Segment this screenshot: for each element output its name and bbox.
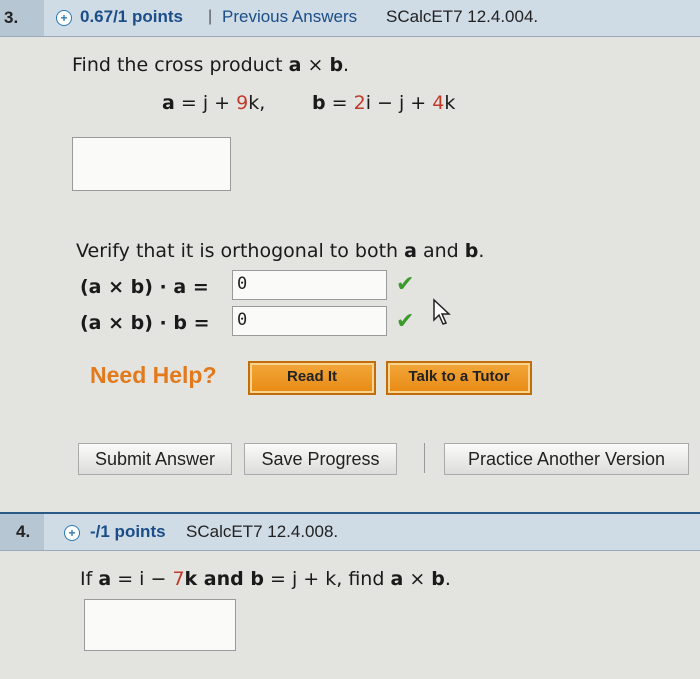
coefficient: 2	[353, 92, 366, 114]
prompt-text: Verify that it is orthogonal to both	[76, 240, 405, 262]
question-prompt: Find the cross product a × b.	[72, 54, 349, 76]
vector-a: a	[404, 240, 417, 262]
prompt-text: If	[80, 568, 99, 590]
prompt-text: = i −	[111, 568, 173, 590]
dot-product-b-label: (a × b) · b =	[80, 312, 210, 334]
dot-product-a-label: (a × b) · a =	[80, 276, 209, 298]
question-3-header: 3. + 0.67/1 points | Previous Answers SC…	[0, 0, 700, 37]
question-4-header: 4. + -/1 points SCalcET7 12.4.008.	[0, 512, 700, 551]
coefficient: 4	[432, 92, 445, 114]
button-divider	[424, 443, 425, 473]
prompt-text: k and	[184, 568, 251, 590]
vector-b: b	[431, 568, 445, 590]
talk-to-tutor-button[interactable]: Talk to a Tutor	[386, 361, 532, 395]
points-label: 0.67/1 points	[80, 7, 183, 26]
times-sign: ×	[403, 568, 432, 590]
period: .	[343, 54, 350, 76]
eq-text: = j +	[174, 92, 237, 114]
correct-check-icon: ✔	[396, 309, 415, 334]
vector-a: a	[390, 568, 404, 590]
eq-text: k	[444, 92, 456, 114]
previous-answers-link[interactable]: Previous Answers	[222, 7, 357, 27]
prompt-text: = j + k, find	[263, 568, 391, 590]
verify-prompt: Verify that it is orthogonal to both a a…	[76, 240, 484, 262]
dot-product-a-input[interactable]: 0	[232, 270, 387, 300]
period: .	[478, 240, 485, 262]
prompt-text: Find the cross product	[72, 54, 289, 76]
vector-b: b	[329, 54, 344, 76]
dot-product-b-input[interactable]: 0	[232, 306, 387, 336]
vector-b: b	[464, 240, 479, 262]
equation-a: a = j + 9k,	[162, 92, 265, 114]
question-number: 3.	[0, 0, 44, 36]
eq-text: =	[325, 92, 354, 114]
period: .	[444, 568, 451, 590]
coefficient: 9	[236, 92, 249, 114]
problem-code: SCalcET7 12.4.004.	[386, 7, 539, 26]
vector-a: a	[288, 54, 302, 76]
read-it-button[interactable]: Read It	[248, 361, 376, 395]
submit-answer-button[interactable]: Submit Answer	[78, 443, 232, 475]
equation-b: b = 2i − j + 4k	[312, 92, 455, 114]
prompt-text: and	[416, 240, 465, 262]
vector-a: a	[98, 568, 112, 590]
vector-a: a	[162, 92, 175, 114]
header-separator: |	[208, 8, 213, 25]
question-prompt: If a = i − 7k and b = j + k, find a × b.	[80, 568, 451, 590]
times-sign: ×	[301, 54, 330, 76]
practice-another-version-button[interactable]: Practice Another Version	[444, 443, 689, 475]
save-progress-button[interactable]: Save Progress	[244, 443, 397, 475]
expand-icon[interactable]: +	[64, 525, 80, 541]
expand-icon[interactable]: +	[56, 10, 72, 26]
cross-product-answer-box[interactable]	[72, 137, 231, 191]
problem-code: SCalcET7 12.4.008.	[186, 522, 339, 541]
eq-text: i − j +	[365, 92, 433, 114]
cross-product-answer-box[interactable]	[84, 599, 236, 651]
mouse-pointer-icon	[433, 298, 451, 325]
question-number: 4.	[0, 514, 44, 550]
vector-b: b	[250, 568, 264, 590]
correct-check-icon: ✔	[396, 272, 415, 297]
need-help-label: Need Help?	[90, 362, 217, 388]
vector-b: b	[312, 92, 326, 114]
eq-text: k,	[248, 92, 266, 114]
coefficient: 7	[172, 568, 185, 590]
points-label: -/1 points	[90, 522, 166, 541]
